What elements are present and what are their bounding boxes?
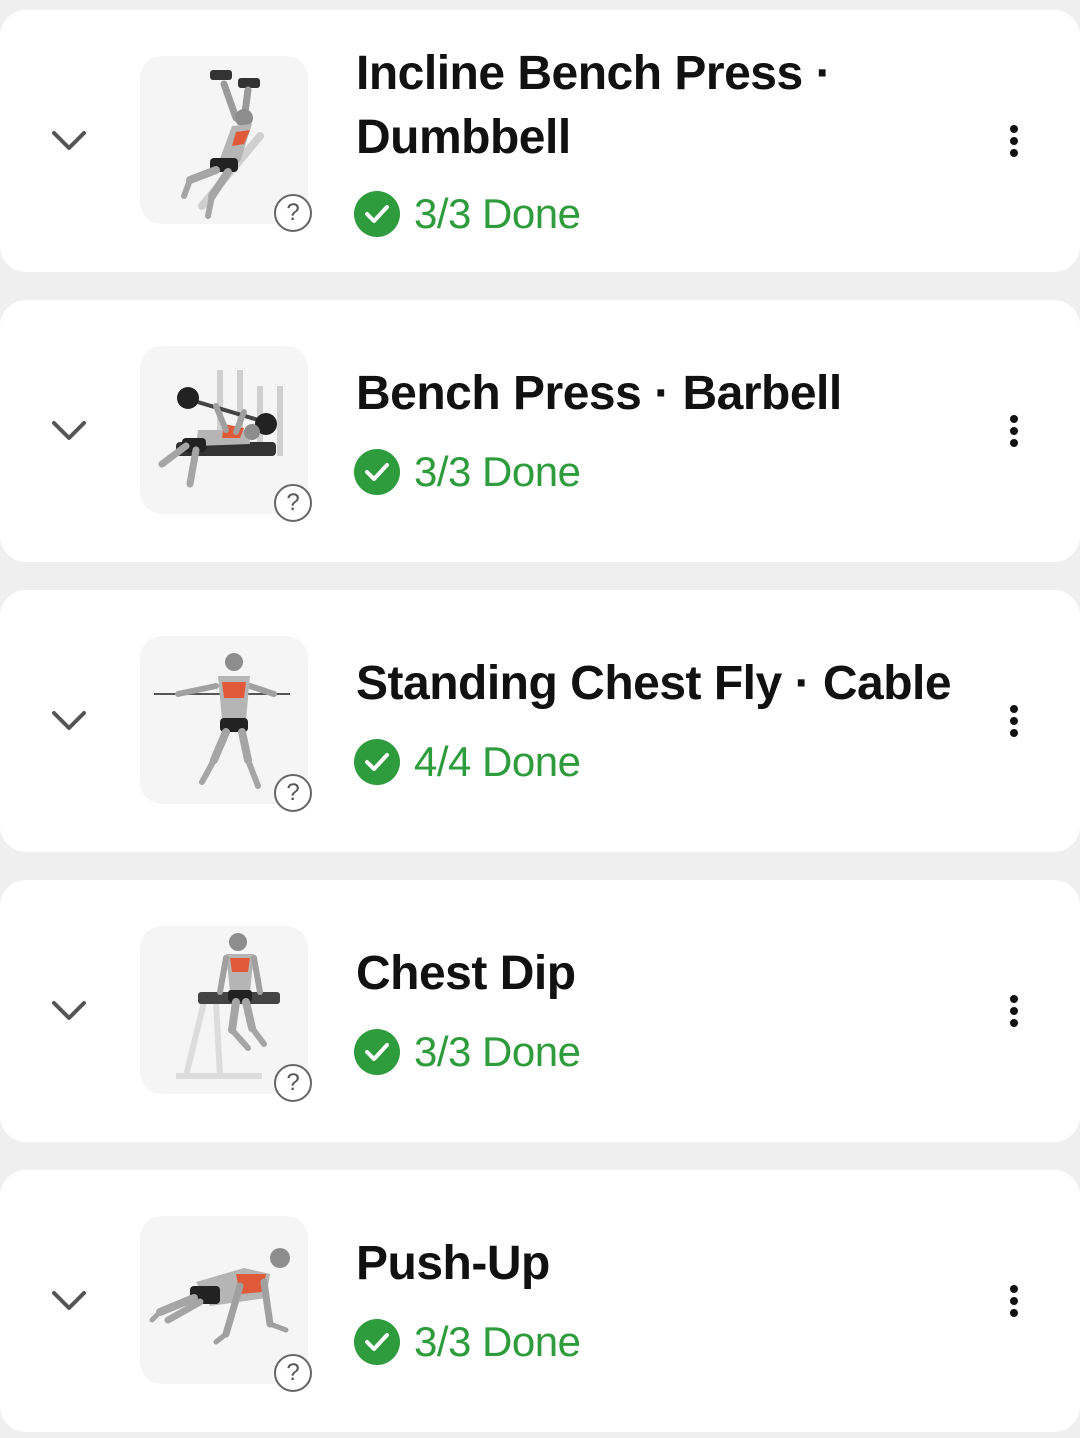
status-text: 4/4 Done	[414, 738, 581, 785]
chevron-down-icon[interactable]	[48, 1285, 90, 1317]
exercise-title-line: Dumbbell	[356, 111, 571, 164]
status-text: 3/3 Done	[414, 448, 581, 495]
help-icon[interactable]: ?	[274, 774, 312, 812]
exercise-title-line: Bench Press · Barbell	[356, 367, 842, 420]
exercise-status: 3/3 Done	[354, 448, 581, 495]
exercise-status: 3/3 Done	[354, 1028, 581, 1075]
more-options-icon[interactable]	[1000, 1283, 1028, 1319]
exercise-title-line: Incline Bench Press ·	[356, 47, 832, 100]
check-circle-icon	[354, 449, 400, 495]
help-icon[interactable]: ?	[274, 1064, 312, 1102]
exercise-status: 4/4 Done	[354, 738, 581, 785]
exercise-card[interactable]: ? Incline Bench Press · Dumbbell 3/3 Don…	[0, 10, 1080, 272]
check-circle-icon	[354, 191, 400, 237]
exercise-status: 3/3 Done	[354, 1318, 581, 1365]
check-circle-icon	[354, 739, 400, 785]
exercise-title: Chest Dip	[356, 942, 976, 1006]
help-icon[interactable]: ?	[274, 194, 312, 232]
more-options-icon[interactable]	[1000, 703, 1028, 739]
check-circle-icon	[354, 1029, 400, 1075]
exercise-card[interactable]: ? Bench Press · Barbell 3/3 Done	[0, 300, 1080, 562]
exercise-card[interactable]: ? Standing Chest Fly · Cable 4/4 Done	[0, 590, 1080, 852]
help-icon[interactable]: ?	[274, 1354, 312, 1392]
exercise-title-line: Chest Dip	[356, 947, 576, 1000]
more-options-icon[interactable]	[1000, 413, 1028, 449]
more-options-icon[interactable]	[1000, 123, 1028, 159]
exercise-title: Incline Bench Press · Dumbbell	[356, 42, 976, 170]
more-options-icon[interactable]	[1000, 993, 1028, 1029]
chevron-down-icon[interactable]	[48, 705, 90, 737]
chevron-down-icon[interactable]	[48, 995, 90, 1027]
help-icon[interactable]: ?	[274, 484, 312, 522]
exercise-title-line: Standing Chest Fly · Cable	[356, 657, 952, 710]
exercise-status: 3/3 Done	[354, 190, 581, 237]
status-text: 3/3 Done	[414, 1318, 581, 1365]
exercise-title: Push-Up	[356, 1232, 976, 1296]
chevron-down-icon[interactable]	[48, 415, 90, 447]
exercise-title: Standing Chest Fly · Cable	[356, 652, 976, 716]
status-text: 3/3 Done	[414, 190, 581, 237]
check-circle-icon	[354, 1319, 400, 1365]
exercise-list: ? Incline Bench Press · Dumbbell 3/3 Don…	[0, 0, 1080, 1438]
exercise-title-line: Push-Up	[356, 1237, 550, 1290]
status-text: 3/3 Done	[414, 1028, 581, 1075]
exercise-title: Bench Press · Barbell	[356, 362, 976, 426]
exercise-card[interactable]: ? Push-Up 3/3 Done	[0, 1170, 1080, 1432]
chevron-down-icon[interactable]	[48, 125, 90, 157]
exercise-card[interactable]: ? Chest Dip 3/3 Done	[0, 880, 1080, 1142]
